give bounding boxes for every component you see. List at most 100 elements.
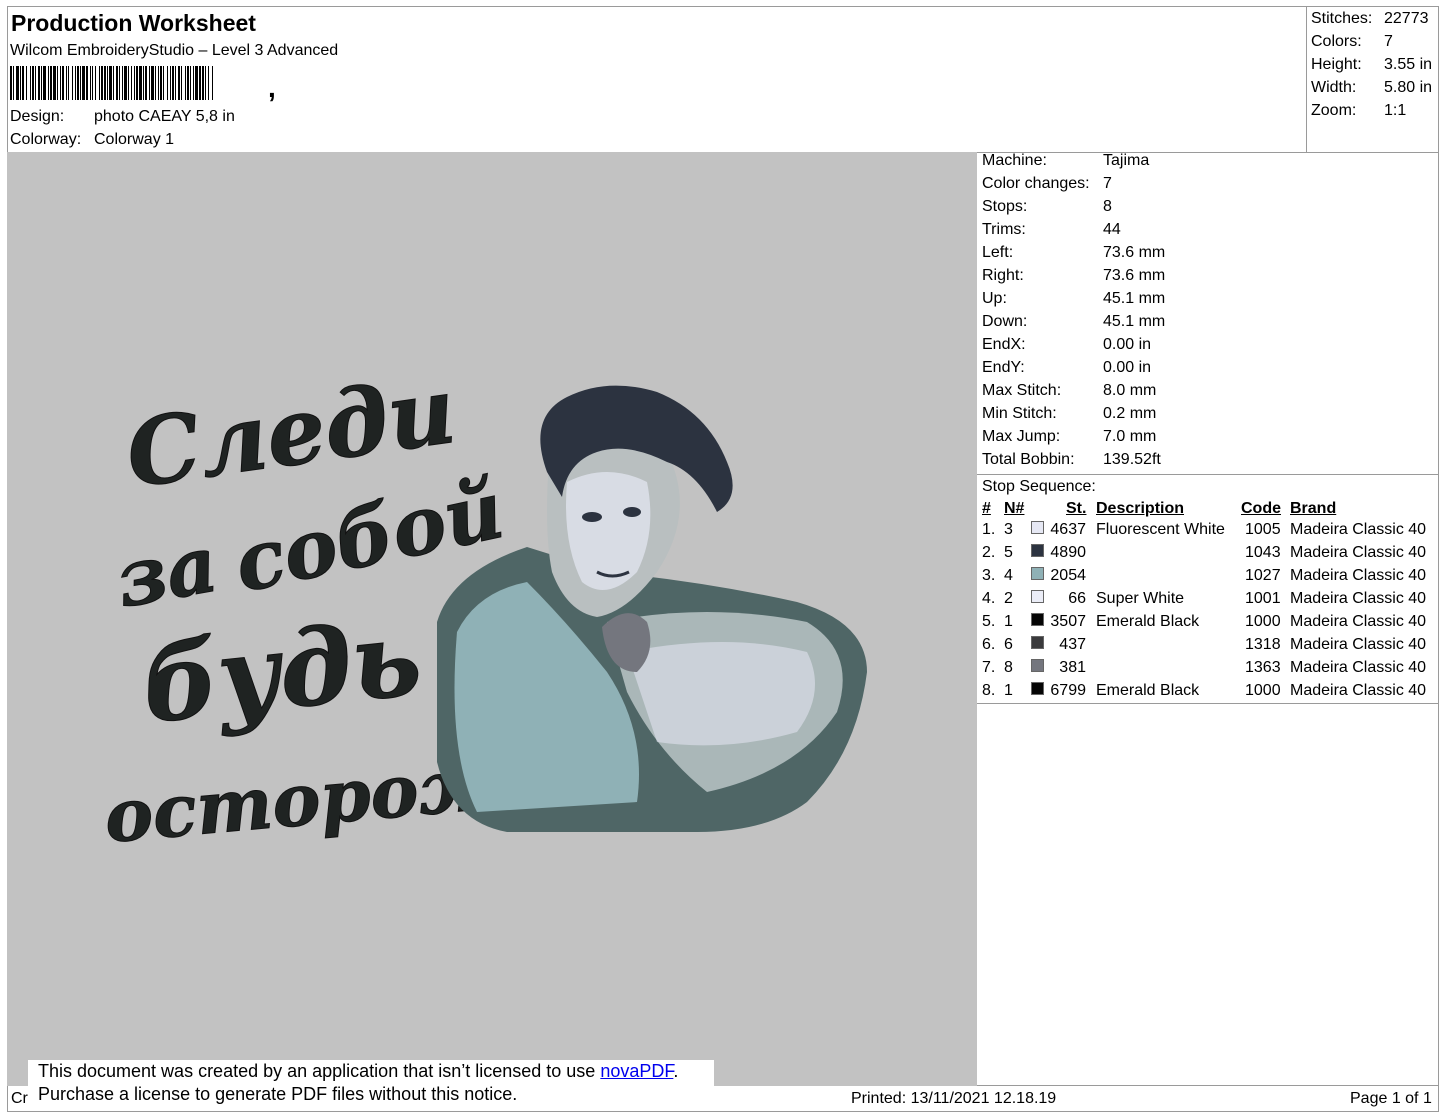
seq-index: 4. bbox=[982, 590, 996, 607]
seq-index: 2. bbox=[982, 544, 996, 561]
summary-label: Zoom: bbox=[1311, 102, 1357, 119]
summary-label: Height: bbox=[1311, 56, 1362, 73]
printed-date: Printed: 13/11/2021 12.18.19 bbox=[851, 1090, 1057, 1107]
stop-sequence-row: 6. 6 437 1318 Madeira Classic 40 bbox=[982, 636, 1437, 659]
machine-info-value: 0.00 in bbox=[1103, 336, 1152, 353]
seq-needle: 1 bbox=[1004, 613, 1013, 630]
stop-sequence-row: 3. 4 2054 1027 Madeira Classic 40 bbox=[982, 567, 1437, 590]
barcode bbox=[10, 66, 370, 100]
seq-index: 8. bbox=[982, 682, 996, 699]
seq-code: 1043 bbox=[1245, 544, 1281, 561]
machine-info-label: Min Stitch: bbox=[982, 405, 1057, 422]
stop-sequence-row: 5. 1 3507 Emerald Black 1000 Madeira Classic … bbox=[982, 613, 1437, 636]
seq-brand: Madeira Classic 40 bbox=[1290, 636, 1427, 653]
machine-info-value: 0.2 mm bbox=[1103, 405, 1157, 422]
notice-line-1-text: This document was created by an applicat… bbox=[38, 1061, 601, 1081]
seq-brand: Madeira Classic 40 bbox=[1290, 521, 1427, 538]
seq-brand: Madeira Classic 40 bbox=[1290, 659, 1427, 676]
design-preview: Следи за собой будь осторожен bbox=[7, 152, 977, 1086]
seq-needle: 1 bbox=[1004, 682, 1013, 699]
machine-info-label: Trims: bbox=[982, 221, 1026, 238]
seq-header-code: Code bbox=[1241, 500, 1281, 517]
seq-stitches: 3507 bbox=[1050, 613, 1086, 630]
summary-value: 7 bbox=[1384, 33, 1393, 50]
seq-description: Emerald Black bbox=[1096, 613, 1200, 630]
colorway-label: Colorway: bbox=[10, 131, 82, 148]
seq-description: Super White bbox=[1096, 590, 1185, 607]
machine-info-label: Up: bbox=[982, 290, 1007, 307]
seq-code: 1000 bbox=[1245, 682, 1281, 699]
color-swatch bbox=[1031, 590, 1044, 603]
seq-stitches: 4890 bbox=[1050, 544, 1086, 561]
machine-info-value: 8.0 mm bbox=[1103, 382, 1157, 399]
seq-needle: 4 bbox=[1004, 567, 1013, 584]
novapdf-link[interactable]: novaPDF bbox=[600, 1061, 673, 1081]
seq-stitches: 66 bbox=[1068, 590, 1086, 607]
seq-index: 3. bbox=[982, 567, 996, 584]
seq-stitches: 2054 bbox=[1050, 567, 1086, 584]
footer-left-fragment: Cr bbox=[11, 1090, 28, 1107]
summary-value: 22773 bbox=[1384, 10, 1429, 27]
machine-info-value: 7.0 mm bbox=[1103, 428, 1157, 445]
machine-info-value: 45.1 mm bbox=[1103, 313, 1166, 330]
stop-sequence-row: 2. 5 4890 1043 Madeira Classic 40 bbox=[982, 544, 1437, 567]
lettering-line-2a: за bbox=[109, 519, 224, 626]
machine-info-label: Left: bbox=[982, 244, 1014, 261]
stop-sequence-title: Stop Sequence: bbox=[982, 478, 1096, 495]
design-value: photo CAEAY 5,8 in bbox=[94, 108, 235, 125]
machine-info-label: Total Bobbin: bbox=[982, 451, 1075, 468]
machine-info-value: 45.1 mm bbox=[1103, 290, 1166, 307]
seq-brand: Madeira Classic 40 bbox=[1290, 590, 1427, 607]
seq-needle: 2 bbox=[1004, 590, 1013, 607]
machine-info-label: Max Stitch: bbox=[982, 382, 1062, 399]
seq-index: 7. bbox=[982, 659, 996, 676]
notice-line-2: Purchase a license to generate PDF files… bbox=[38, 1084, 518, 1104]
stop-sequence-row: 7. 8 381 1363 Madeira Classic 40 bbox=[982, 659, 1437, 682]
machine-info-label: Color changes: bbox=[982, 175, 1090, 192]
seq-brand: Madeira Classic 40 bbox=[1290, 544, 1427, 561]
lettering-line-3: будь bbox=[137, 595, 427, 746]
barcode-comma: , bbox=[268, 72, 276, 103]
seq-description: Fluorescent White bbox=[1096, 521, 1225, 538]
seq-index: 5. bbox=[982, 613, 996, 630]
seq-header-description: Description bbox=[1096, 500, 1185, 517]
machine-info-value: 7 bbox=[1103, 175, 1112, 192]
summary-label: Colors: bbox=[1311, 33, 1362, 50]
seq-stitches: 6799 bbox=[1050, 682, 1086, 699]
design-label: Design: bbox=[10, 108, 65, 125]
stop-sequence-row: 8. 1 6799 Emerald Black 1000 Madeira Classic … bbox=[982, 682, 1437, 705]
seq-needle: 8 bbox=[1004, 659, 1013, 676]
summary-label: Stitches: bbox=[1311, 10, 1373, 27]
color-swatch bbox=[1031, 613, 1044, 626]
machine-info-value: 8 bbox=[1103, 198, 1112, 215]
software-name: Wilcom EmbroideryStudio – Level 3 Advanc… bbox=[10, 42, 339, 59]
color-swatch bbox=[1031, 567, 1044, 580]
seq-brand: Madeira Classic 40 bbox=[1290, 682, 1427, 699]
machine-info-label: Right: bbox=[982, 267, 1024, 284]
machine-info-value: 73.6 mm bbox=[1103, 244, 1166, 261]
stop-sequence-row: 1. 3 4637 Fluorescent White 1005 Madeira Clas… bbox=[982, 521, 1437, 544]
summary-value: 1:1 bbox=[1384, 102, 1407, 119]
seq-description: Emerald Black bbox=[1096, 682, 1200, 699]
notice-line-1: This document was created by an applicat… bbox=[38, 1060, 714, 1083]
seq-index: 6. bbox=[982, 636, 996, 653]
seq-code: 1318 bbox=[1245, 636, 1281, 653]
stop-sequence-row: 4. 2 66 Super White 1001 Madeira Classic 40 bbox=[982, 590, 1437, 613]
color-swatch bbox=[1031, 682, 1044, 695]
summary-label: Width: bbox=[1311, 79, 1357, 96]
seq-header-index: # bbox=[982, 500, 991, 517]
notice-line-1-end: . bbox=[673, 1061, 679, 1081]
colorway-value: Colorway 1 bbox=[94, 131, 175, 148]
seq-stitches: 381 bbox=[1059, 659, 1086, 676]
color-swatch bbox=[1031, 521, 1044, 534]
color-swatch bbox=[1031, 659, 1044, 672]
seq-brand: Madeira Classic 40 bbox=[1290, 613, 1427, 630]
seq-header-stitches: St. bbox=[1066, 500, 1087, 517]
seq-code: 1027 bbox=[1245, 567, 1281, 584]
license-notice: This document was created by an applicat… bbox=[28, 1060, 714, 1110]
seq-code: 1001 bbox=[1245, 590, 1281, 607]
machine-info-value: 139.52ft bbox=[1103, 451, 1161, 468]
machine-info-value: 44 bbox=[1103, 221, 1121, 238]
machine-info-label: Machine: bbox=[982, 152, 1047, 169]
seq-needle: 5 bbox=[1004, 544, 1013, 561]
